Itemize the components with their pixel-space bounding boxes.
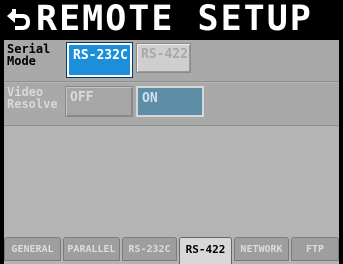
page-title: REMOTE SETUP bbox=[36, 0, 313, 39]
tab-network[interactable]: NETWORK bbox=[234, 237, 289, 261]
video-resolve-label: Video Resolve bbox=[7, 86, 63, 110]
video-resolve-row: Video Resolve OFF ON bbox=[4, 83, 339, 126]
tab-parallel[interactable]: PARALLEL bbox=[63, 237, 120, 261]
return-arrow-icon[interactable] bbox=[5, 7, 31, 33]
tab-rs232c[interactable]: RS-232C bbox=[122, 237, 177, 261]
video-resolve-label-line2: Resolve bbox=[7, 97, 58, 111]
serial-mode-rs422-button[interactable]: RS-422 bbox=[136, 43, 191, 73]
tab-general[interactable]: GENERAL bbox=[4, 237, 61, 261]
serial-mode-row: Serial Mode RS-232C RS-422 bbox=[4, 40, 339, 82]
serial-mode-rs232c-button[interactable]: RS-232C bbox=[66, 42, 133, 78]
tab-bar: GENERAL PARALLEL RS-232C RS-422 NETWORK … bbox=[4, 237, 339, 264]
header-bar: REMOTE SETUP bbox=[0, 0, 343, 40]
serial-mode-label: Serial Mode bbox=[7, 43, 63, 67]
tab-ftp[interactable]: FTP bbox=[291, 237, 339, 261]
settings-panel: Serial Mode RS-232C RS-422 Video Resolve… bbox=[4, 40, 339, 237]
serial-mode-label-line2: Mode bbox=[7, 54, 36, 68]
video-resolve-off-button[interactable]: OFF bbox=[65, 86, 133, 117]
video-resolve-on-button[interactable]: ON bbox=[136, 86, 204, 117]
tab-rs422[interactable]: RS-422 bbox=[179, 237, 232, 264]
remote-setup-screen: REMOTE SETUP Serial Mode RS-232C RS-422 … bbox=[0, 0, 343, 264]
